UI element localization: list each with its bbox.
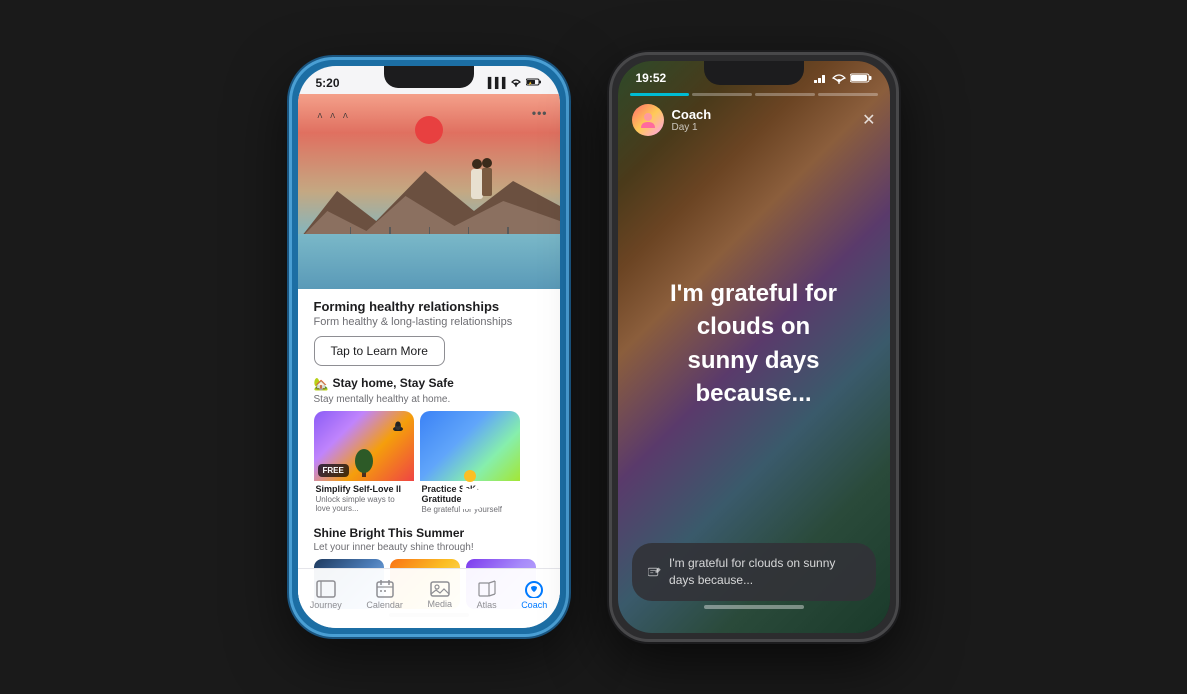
card2-image: [420, 411, 520, 481]
phone2-wifi-icon: [832, 73, 846, 84]
hero-image: ᐱ ᐱ ᐱ •••: [298, 94, 560, 289]
nav-coach-label: Coach: [521, 600, 547, 610]
more-dots[interactable]: •••: [532, 106, 548, 120]
phone2-content: 19:52: [618, 61, 890, 633]
phone2-status-icons: [814, 73, 872, 84]
close-button[interactable]: ✕: [862, 110, 875, 130]
coach-info: Coach Day 1: [632, 104, 712, 136]
nav-media-label: Media: [428, 599, 453, 609]
phone2: 19:52: [609, 52, 899, 642]
card1-bird-icon: [390, 421, 406, 431]
phone1-notch: [384, 66, 474, 88]
atlas-icon: [478, 580, 496, 598]
card1-tree-icon: [353, 439, 375, 477]
section2-title: Shine Bright This Summer: [314, 526, 544, 540]
progress-bar-2: [692, 93, 752, 96]
phone2-home-indicator: [704, 605, 804, 609]
card2[interactable]: Practice Self-Gratitude Be grateful for …: [420, 411, 520, 518]
svg-text:⚡: ⚡: [528, 80, 532, 85]
nav-atlas[interactable]: Atlas: [477, 580, 497, 610]
card1-desc: Unlock simple ways to love yours...: [314, 495, 414, 517]
input-placeholder-text: I'm grateful for clouds on sunny days be…: [669, 555, 859, 589]
media-icon: [430, 581, 450, 597]
hero-figures: [455, 156, 505, 241]
phone1-status-icons: ▐▐▐ ⚡: [484, 77, 541, 90]
calendar-icon: [376, 580, 394, 598]
wifi-icon: [510, 77, 522, 90]
card1-title: Simplify Self-Love II: [314, 481, 414, 495]
phone2-bottom: I'm grateful for clouds on sunny days be…: [618, 543, 890, 633]
coach-day: Day 1: [672, 122, 712, 133]
main-quote-area: I'm grateful for clouds onsunny days bec…: [618, 144, 890, 543]
phone2-screen: 19:52: [618, 61, 890, 633]
journey-icon: [316, 580, 336, 598]
hero-water: [298, 234, 560, 289]
coach-avatar: [632, 104, 664, 136]
progress-bar-4: [818, 93, 878, 96]
phone2-time: 19:52: [636, 71, 667, 85]
battery-icon: ⚡: [526, 78, 542, 89]
coach-header: Coach Day 1 ✕: [618, 100, 890, 144]
phone1-text-content: Forming healthy relationships Form healt…: [298, 289, 560, 518]
nav-coach[interactable]: Coach: [521, 580, 547, 610]
progress-bar-1: [630, 93, 690, 96]
bottom-nav: Journey Calendar Media Atlas: [298, 568, 560, 628]
phone1: 5:20 ▐▐▐ ⚡: [289, 57, 569, 637]
main-quote-text: I'm grateful for clouds onsunny days bec…: [648, 277, 860, 411]
coach-icon: [524, 580, 544, 598]
coach-text: Coach Day 1: [672, 107, 712, 133]
section2-subtitle: Let your inner beauty shine through!: [314, 542, 544, 553]
nav-journey-label: Journey: [310, 600, 342, 610]
hero-sun: [415, 116, 443, 144]
cards-row: FREE Simplify Self-Love II Unlock simple…: [314, 411, 544, 518]
nav-atlas-label: Atlas: [477, 600, 497, 610]
section1-icon: 🏡: [314, 377, 329, 391]
section1-title: Stay home, Stay Safe: [332, 376, 453, 390]
nav-calendar-label: Calendar: [366, 600, 403, 610]
progress-bars: [618, 89, 890, 100]
card1-free-badge: FREE: [318, 464, 349, 477]
main-subtitle: Form healthy & long-lasting relationship…: [314, 316, 544, 328]
coach-name: Coach: [672, 107, 712, 122]
coach-avatar-img: [638, 110, 658, 130]
card2-figure-icon: [455, 469, 485, 514]
nav-media[interactable]: Media: [428, 581, 453, 609]
card1-image: FREE: [314, 411, 414, 481]
nav-journey[interactable]: Journey: [310, 580, 342, 610]
phone1-screen: 5:20 ▐▐▐ ⚡: [298, 66, 560, 628]
section1-subtitle: Stay mentally healthy at home.: [314, 394, 544, 405]
phone2-battery-icon: [850, 73, 872, 83]
phone1-time: 5:20: [316, 76, 340, 90]
phone2-signal-icon: [814, 73, 828, 83]
card1[interactable]: FREE Simplify Self-Love II Unlock simple…: [314, 411, 414, 518]
input-area[interactable]: I'm grateful for clouds on sunny days be…: [632, 543, 876, 601]
phone2-frame: 19:52: [609, 52, 899, 642]
pencil-icon: [648, 565, 662, 579]
signal-icon: ▐▐▐: [484, 78, 505, 89]
nav-calendar[interactable]: Calendar: [366, 580, 403, 610]
progress-bar-3: [755, 93, 815, 96]
phone1-frame: 5:20 ▐▐▐ ⚡: [289, 57, 569, 637]
main-title: Forming healthy relationships: [314, 299, 544, 314]
phone2-notch: [704, 61, 804, 85]
tap-learn-more-button[interactable]: Tap to Learn More: [314, 336, 445, 366]
hero-birds: ᐱ ᐱ ᐱ: [318, 112, 351, 120]
